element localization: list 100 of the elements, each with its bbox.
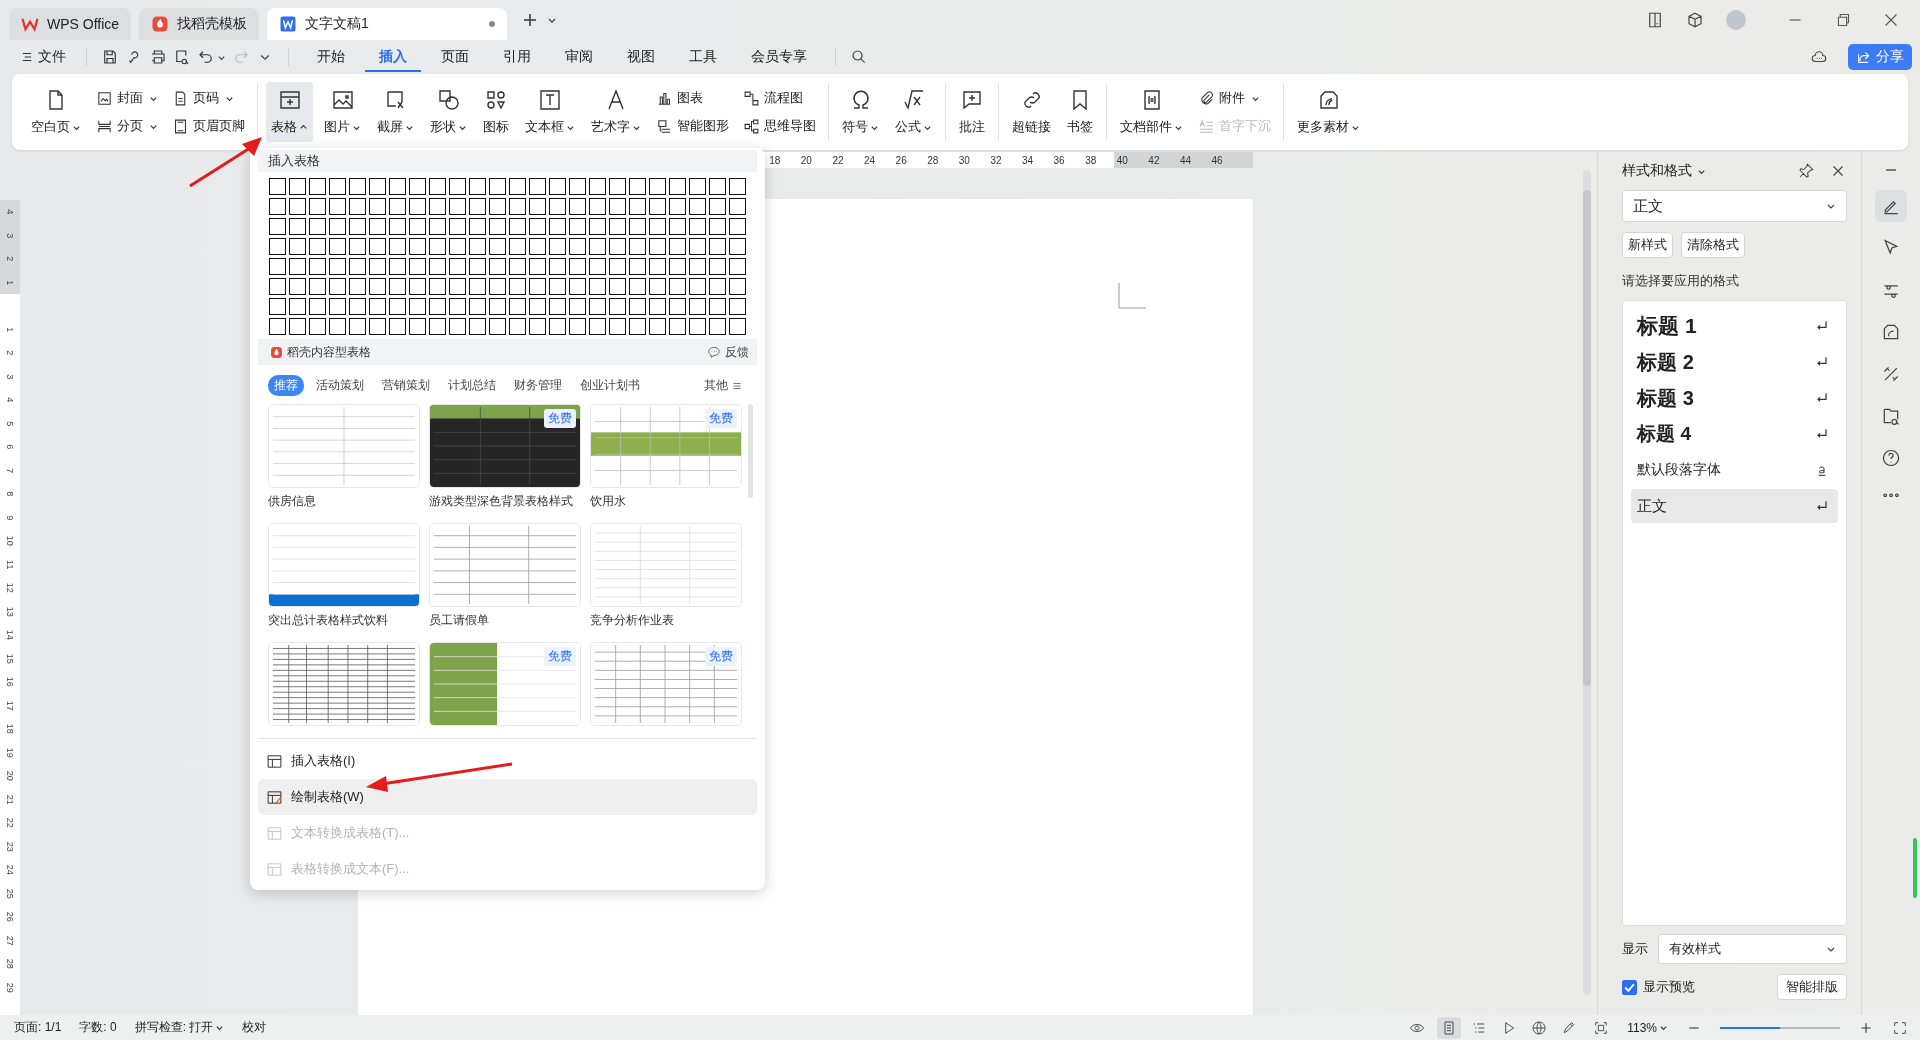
template-title[interactable]: 供房信息 [268, 493, 420, 510]
filter-dropdown[interactable]: 有效样式 [1658, 934, 1848, 964]
ribbon-tab[interactable]: 工具 [675, 42, 731, 72]
ribbon-button[interactable]: 页码 [168, 86, 249, 110]
template-preview[interactable]: 免费 [590, 642, 742, 726]
search-icon[interactable] [850, 48, 868, 66]
ribbon-button[interactable]: 智能图形 [652, 114, 733, 138]
panel-button[interactable]: 清除格式 [1681, 232, 1746, 258]
window-tab[interactable]: WPS Office [9, 8, 132, 40]
ruler-number: 3 [4, 231, 16, 240]
save-icon[interactable] [101, 48, 119, 66]
smart-layout-button[interactable]: 智能排版 [1777, 974, 1848, 1000]
ribbon-tab[interactable]: 开始 [303, 42, 359, 72]
ribbon-button[interactable]: 文本框 [520, 82, 580, 142]
proofread-button[interactable]: 校对 [242, 1019, 267, 1036]
print-icon[interactable] [149, 48, 167, 66]
menu-item[interactable]: 插入表格(I) [258, 743, 757, 779]
ruler-number: 21 [4, 793, 16, 807]
undo-icon[interactable] [197, 48, 215, 66]
ribbon-tab[interactable]: 会员专享 [737, 42, 821, 72]
ruler-number: 11 [4, 558, 16, 571]
style-item[interactable]: 正文 [1631, 489, 1839, 523]
template-preview[interactable]: 免费 [429, 642, 581, 726]
style-item[interactable]: 标题 3 [1631, 381, 1839, 415]
ribbon-tab[interactable]: 页面 [427, 42, 483, 72]
ribbon-button[interactable]: 分页 [92, 114, 162, 138]
category-tab[interactable]: 财务管理 [508, 375, 568, 396]
ribbon-button[interactable]: 封面 [92, 86, 162, 110]
template-title[interactable]: 饮用水 [590, 493, 742, 510]
ribbon-button[interactable]: 空白页 [26, 82, 86, 142]
ribbon-button[interactable]: 形状 [425, 82, 472, 142]
ribbon-button[interactable]: 思维导图 [739, 114, 820, 138]
margin-corner-mark [1118, 283, 1146, 309]
ribbon-button[interactable]: 更多素材 [1292, 82, 1365, 142]
template-title[interactable]: 游戏类型深色背景表格样式 [429, 493, 581, 510]
side-tool-button[interactable] [1875, 190, 1907, 222]
category-tab[interactable]: 推荐 [268, 375, 304, 396]
file-menu[interactable]: 文件 [14, 44, 72, 70]
ribbon-button[interactable]: 页眉页脚 [168, 114, 249, 138]
ruler-number: 38 [1084, 154, 1098, 166]
zoom-level-button[interactable]: 113% [1627, 1020, 1668, 1035]
ribbon-tab[interactable]: 引用 [489, 42, 545, 72]
template-preview[interactable] [268, 642, 420, 726]
feedback-button[interactable]: 反馈 [707, 343, 749, 361]
pin-icon[interactable] [1797, 162, 1816, 180]
template-title[interactable]: 突出总计表格样式饮料 [268, 612, 420, 629]
template-preview[interactable]: 免费 [429, 404, 581, 488]
spell-check-button[interactable]: 拼写检查: 打开 [134, 1019, 225, 1036]
table-convert-icon [266, 860, 283, 878]
style-item[interactable]: 标题 1 [1631, 309, 1839, 343]
fit-page-icon[interactable] [1593, 1019, 1610, 1036]
scroll-thumb[interactable] [748, 404, 753, 498]
tablet-icon[interactable] [1646, 11, 1664, 29]
ribbon-button[interactable]: 图片 [319, 82, 366, 142]
ribbon-button[interactable]: 图标 [478, 82, 514, 142]
panel-button[interactable]: 新样式 [1622, 232, 1674, 258]
checkbox[interactable] [1622, 979, 1638, 995]
category-tab[interactable]: 营销策划 [376, 375, 436, 396]
view-mode-button[interactable] [1437, 1016, 1462, 1039]
ruler-number: 7 [4, 466, 16, 475]
fullscreen-icon[interactable] [1892, 1019, 1908, 1036]
ribbon-button[interactable]: 附件 [1194, 86, 1275, 110]
window-tab[interactable]: 文字文稿1 [267, 8, 508, 40]
category-tab[interactable]: 活动策划 [310, 375, 370, 396]
share-button[interactable]: 分享 [1848, 44, 1912, 70]
ribbon-button[interactable]: 图表 [652, 86, 733, 110]
ribbon-tab[interactable]: 审阅 [551, 42, 607, 72]
ribbon-button[interactable]: 超链接 [1007, 82, 1056, 142]
style-item[interactable]: 标题 2 [1631, 345, 1839, 379]
print-preview-icon[interactable] [173, 48, 191, 66]
panel-title[interactable]: 样式和格式 [1622, 162, 1707, 180]
ribbon-button[interactable]: 公式 [890, 82, 937, 142]
ribbon-button[interactable]: 符号 [837, 82, 884, 142]
template-title[interactable]: 竞争分析作业表 [590, 612, 742, 629]
ribbon-tab[interactable]: 插入 [365, 42, 421, 72]
free-badge: 免费 [544, 409, 576, 428]
style-item[interactable]: 标题 4 [1631, 417, 1839, 451]
style-dropdown[interactable]: 正文 [1622, 190, 1848, 222]
scroll-thumb[interactable] [1583, 190, 1592, 686]
template-title[interactable]: 员工请假单 [429, 612, 581, 629]
ribbon-tab[interactable]: 视图 [613, 42, 669, 72]
ribbon-button[interactable]: 表格 [266, 82, 313, 142]
ribbon-button[interactable]: 文档部件 [1115, 82, 1188, 142]
scrollbar[interactable] [1583, 170, 1592, 995]
category-tab[interactable]: 创业计划书 [574, 375, 646, 396]
template-preview[interactable] [268, 523, 420, 607]
style-item[interactable]: 默认段落字体 [1631, 453, 1839, 487]
category-tab[interactable]: 计划总结 [442, 375, 502, 396]
ribbon-button[interactable]: 流程图 [739, 86, 820, 110]
ribbon-button[interactable]: 批注 [954, 82, 990, 142]
zoom-slider[interactable] [1720, 1026, 1840, 1029]
more-categories-button[interactable]: 其他 [698, 375, 749, 396]
ribbon-button[interactable]: 截屏 [372, 82, 419, 142]
ruler-number: 10 [4, 534, 16, 548]
menu-item[interactable]: 绘制表格(W) [258, 779, 757, 815]
ribbon-button[interactable]: 书签 [1062, 82, 1098, 142]
cube-icon[interactable] [1686, 11, 1704, 29]
window-tab[interactable]: 找稻壳模板 [139, 8, 260, 40]
ribbon-button[interactable]: 艺术字 [586, 82, 646, 142]
template-preview[interactable]: 免费 [590, 404, 742, 488]
